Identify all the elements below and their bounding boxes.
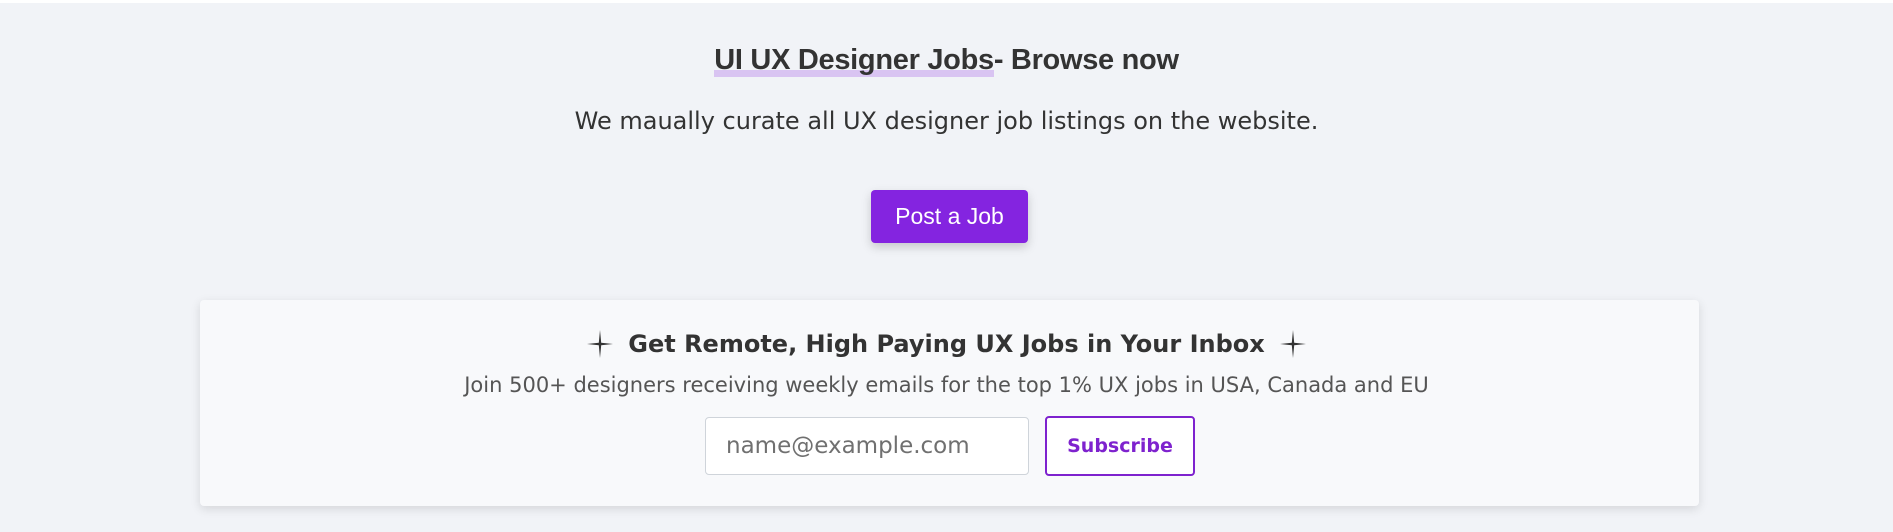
- page-subtitle: We maually curate all UX designer job li…: [574, 107, 1319, 135]
- post-a-job-button[interactable]: Post a Job: [871, 190, 1028, 243]
- sparkle-icon: [1279, 330, 1306, 358]
- subscribe-button[interactable]: Subscribe: [1045, 416, 1195, 476]
- email-field[interactable]: [705, 417, 1029, 475]
- top-divider: [0, 0, 1893, 3]
- newsletter-title: Get Remote, High Paying UX Jobs in Your …: [628, 330, 1265, 358]
- title-highlight: UI UX Designer Jobs: [714, 44, 994, 77]
- newsletter-title-row: Get Remote, High Paying UX Jobs in Your …: [0, 324, 1893, 364]
- sparkle-icon: [587, 330, 614, 358]
- page-title: UI UX Designer Jobs- Browse now: [0, 40, 1893, 80]
- newsletter-subtitle: Join 500+ designers receiving weekly ema…: [464, 373, 1429, 397]
- title-rest: - Browse now: [993, 44, 1179, 76]
